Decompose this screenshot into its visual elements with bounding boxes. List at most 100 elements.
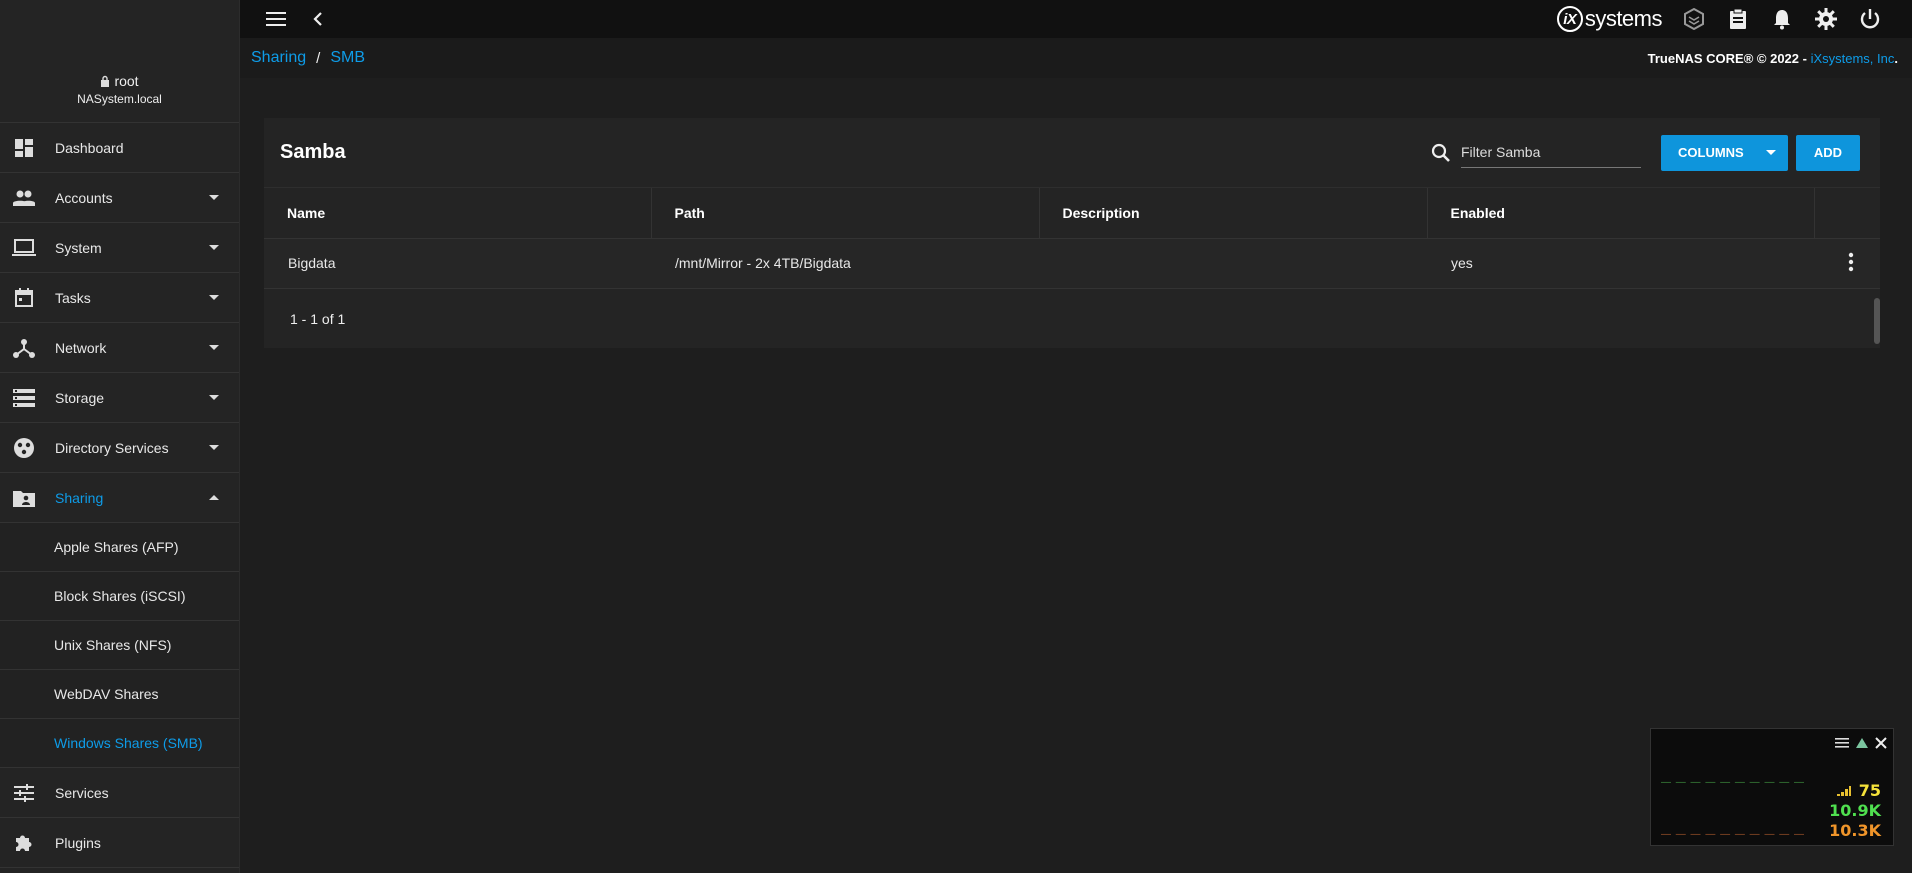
- chevron-down-icon: [209, 445, 219, 450]
- chevron-down-icon: [209, 395, 219, 400]
- menu-icon[interactable]: [264, 7, 288, 31]
- graph-line-orange: — — — — — — — — — —: [1661, 829, 1806, 840]
- column-header-path[interactable]: Path: [651, 188, 1040, 239]
- chevron-down-icon: [1766, 150, 1776, 155]
- copyright: TrueNAS CORE® © 2022 - iXsystems, Inc.: [1648, 51, 1898, 66]
- filter: [1431, 137, 1641, 168]
- sidebar-item-label: System: [55, 239, 102, 256]
- filter-input[interactable]: [1461, 137, 1641, 168]
- sidebar-item-tasks[interactable]: Tasks: [0, 273, 239, 323]
- page-title: Samba: [280, 141, 346, 163]
- sidebar-item-accounts[interactable]: Accounts: [0, 173, 239, 223]
- chevron-down-icon: [209, 195, 219, 200]
- column-header-enabled[interactable]: Enabled: [1427, 188, 1815, 239]
- top-bar: iX systems: [240, 0, 1912, 38]
- cell-name: Bigdata: [264, 238, 651, 289]
- triangle-up-icon[interactable]: [1855, 737, 1869, 749]
- host-name: NASystem.local: [77, 92, 162, 106]
- sidebar-item-directory-services[interactable]: Directory Services: [0, 423, 239, 473]
- tune-icon: [12, 781, 36, 805]
- sidebar-item-label: Sharing: [55, 489, 104, 506]
- column-header-name[interactable]: Name: [264, 188, 652, 239]
- columns-button[interactable]: COLUMNS: [1661, 134, 1788, 171]
- calendar-icon: [12, 286, 36, 310]
- close-icon[interactable]: [1875, 737, 1887, 749]
- shares-table: Name Path Description Enabled Bigdata /m…: [264, 188, 1880, 289]
- sidebar-item-label: Directory Services: [55, 439, 169, 456]
- copyright-end: .: [1894, 50, 1898, 66]
- bell-icon[interactable]: [1770, 7, 1794, 31]
- power-icon[interactable]: [1858, 7, 1882, 31]
- menu-icon[interactable]: [1835, 737, 1849, 749]
- columns-label: COLUMNS: [1678, 145, 1744, 160]
- breadcrumb-sharing[interactable]: Sharing: [251, 49, 306, 67]
- widget-value-2: 10.9K: [1829, 801, 1881, 820]
- chevron-up-icon: [209, 495, 219, 500]
- lock-icon: [101, 75, 110, 87]
- samba-card: Samba COLUMNS ADD Name Path Description …: [264, 118, 1880, 348]
- sidebar-item-label: Plugins: [55, 834, 101, 851]
- column-header-actions: [1814, 188, 1880, 239]
- graph-line-green: — — — — — — — — — —: [1661, 777, 1806, 788]
- sidebar-item-label: Accounts: [55, 189, 113, 206]
- clipboard-icon[interactable]: [1726, 7, 1750, 31]
- table-row[interactable]: Bigdata /mnt/Mirror - 2x 4TB/Bigdata yes: [264, 238, 1880, 289]
- storage-icon: [12, 386, 36, 410]
- sidebar-subitem-iscsi[interactable]: Block Shares (iSCSI): [0, 572, 239, 621]
- breadcrumb: Sharing / SMB TrueNAS CORE® © 2022 - iXs…: [240, 38, 1912, 78]
- sidebar-item-plugins[interactable]: Plugins: [0, 818, 239, 868]
- sidebar: root NASystem.local Dashboard Accounts S…: [0, 0, 240, 873]
- sidebar-item-sharing[interactable]: Sharing: [0, 473, 239, 523]
- chevron-down-icon: [209, 295, 219, 300]
- sidebar-item-network[interactable]: Network: [0, 323, 239, 373]
- sidebar-item-services[interactable]: Services: [0, 768, 239, 818]
- copyright-text: TrueNAS CORE® © 2022 -: [1647, 50, 1811, 66]
- copyright-link[interactable]: iXsystems, Inc: [1811, 51, 1895, 66]
- cell-actions: [1814, 238, 1880, 289]
- brand-logo[interactable]: iX systems: [1556, 6, 1663, 32]
- widget-value-1: 75: [1858, 781, 1881, 800]
- scrollbar[interactable]: [1874, 298, 1880, 344]
- breadcrumb-separator: /: [316, 49, 321, 67]
- widget-controls: [1835, 737, 1887, 749]
- sidebar-item-label: Storage: [55, 389, 105, 406]
- column-header-description[interactable]: Description: [1039, 188, 1428, 239]
- sidebar-subitem-webdav[interactable]: WebDAV Shares: [0, 670, 239, 719]
- pagination-info: 1 - 1 of 1: [290, 310, 346, 327]
- network-icon: [12, 336, 36, 360]
- brand-mark: iX: [1556, 6, 1583, 32]
- cell-description: [1039, 238, 1427, 289]
- more-vert-icon[interactable]: [1848, 252, 1854, 272]
- brand-text: systems: [1584, 6, 1663, 31]
- sidebar-item-storage[interactable]: Storage: [0, 373, 239, 423]
- gear-icon[interactable]: [1814, 7, 1838, 31]
- chevron-down-icon: [209, 245, 219, 250]
- truecommand-icon[interactable]: [1682, 7, 1706, 31]
- people-icon: [12, 186, 36, 210]
- monitor-widget: — — — — — — — — — — — — — — — — — — — — …: [1650, 728, 1894, 846]
- sidebar-item-system[interactable]: System: [0, 223, 239, 273]
- card-header: Samba COLUMNS ADD: [264, 118, 1880, 188]
- back-icon[interactable]: [306, 7, 330, 31]
- widget-values: 75 10.9K 10.3K: [1829, 781, 1881, 841]
- sidebar-item-label: Dashboard: [55, 139, 124, 156]
- sidebar-subitem-afp[interactable]: Apple Shares (AFP): [0, 523, 239, 572]
- chevron-down-icon: [209, 345, 219, 350]
- puzzle-icon: [12, 831, 36, 855]
- sidebar-item-dashboard[interactable]: Dashboard: [0, 123, 239, 173]
- search-icon: [1431, 143, 1450, 162]
- user-name-label: root: [114, 73, 139, 89]
- sidebar-subitem-smb[interactable]: Windows Shares (SMB): [0, 719, 239, 768]
- breadcrumb-smb[interactable]: SMB: [330, 49, 365, 67]
- sidebar-subitem-nfs[interactable]: Unix Shares (NFS): [0, 621, 239, 670]
- user-name: root: [100, 73, 139, 89]
- table-header-row: Name Path Description Enabled: [264, 188, 1880, 239]
- sidebar-item-label: Services: [55, 784, 109, 801]
- sidebar-item-label: Network: [55, 339, 107, 356]
- user-block: root NASystem.local: [0, 0, 239, 123]
- add-button[interactable]: ADD: [1796, 134, 1860, 171]
- cell-enabled: yes: [1427, 238, 1814, 289]
- widget-value-3: 10.3K: [1829, 821, 1881, 840]
- directory-icon: [12, 436, 36, 460]
- dashboard-icon: [12, 136, 36, 160]
